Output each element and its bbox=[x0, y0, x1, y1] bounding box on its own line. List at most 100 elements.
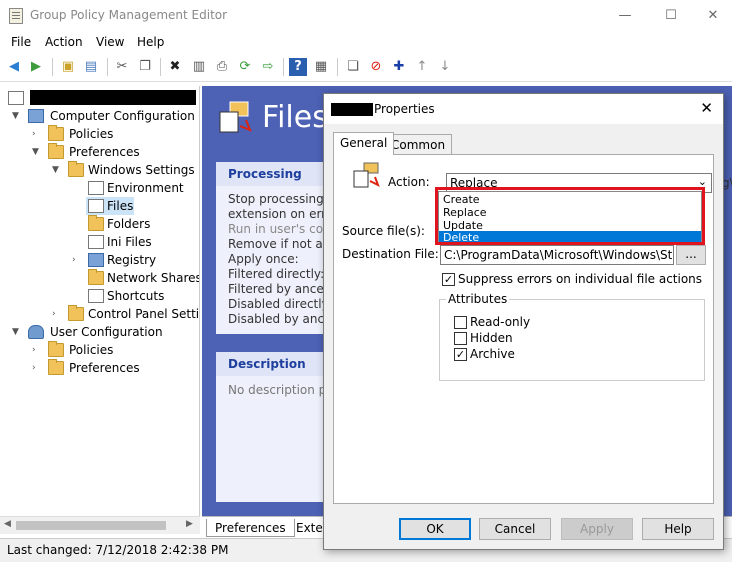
destination-file-input[interactable]: C:\ProgramData\Microsoft\Windows\Start M… bbox=[440, 245, 674, 265]
back-arrow-icon[interactable]: ◀ bbox=[5, 58, 23, 76]
gpo-icon bbox=[8, 91, 24, 105]
pane-title: Files bbox=[262, 100, 328, 135]
files-action-icon bbox=[353, 162, 380, 188]
move-up-icon[interactable]: ↑ bbox=[413, 58, 431, 76]
new-item-icon[interactable]: ❏ bbox=[344, 58, 362, 76]
export-list-icon[interactable]: ⇨ bbox=[259, 58, 277, 76]
status-text: Last changed: 7/12/2018 2:42:38 PM bbox=[7, 543, 229, 557]
chevron-down-icon[interactable]: ▼ bbox=[52, 164, 62, 176]
redacted-dialog-name bbox=[331, 103, 373, 116]
ini-file-icon bbox=[88, 235, 104, 249]
tree-item-folders[interactable]: Folders bbox=[86, 215, 199, 233]
cut-icon[interactable]: ✂ bbox=[113, 58, 131, 76]
files-icon bbox=[88, 199, 104, 213]
dialog-close-button[interactable]: ✕ bbox=[700, 99, 713, 117]
registry-icon bbox=[88, 253, 104, 267]
chevron-right-icon[interactable]: › bbox=[32, 344, 42, 356]
folder-icon bbox=[48, 143, 64, 159]
properties-dialog: Properties ✕ General Common Action: Repl… bbox=[323, 93, 724, 550]
hidden-checkbox[interactable] bbox=[454, 332, 467, 345]
hidden-label: Hidden bbox=[470, 331, 513, 345]
tree-item-preferences[interactable]: ▼ Preferences bbox=[32, 143, 199, 161]
user-icon bbox=[28, 325, 44, 339]
folder-icon bbox=[48, 359, 64, 375]
show-hide-icon[interactable]: ▦ bbox=[312, 58, 330, 76]
help-button[interactable]: Help bbox=[642, 518, 714, 540]
delete-icon[interactable]: ✖ bbox=[166, 58, 184, 76]
read-only-label: Read-only bbox=[470, 315, 531, 329]
add-icon[interactable]: ✚ bbox=[390, 58, 408, 76]
stop-icon[interactable]: ⊘ bbox=[367, 58, 385, 76]
chevron-down-icon[interactable]: ▼ bbox=[32, 146, 42, 158]
archive-checkbox[interactable]: ✓ bbox=[454, 348, 467, 361]
tab-general[interactable]: General bbox=[333, 132, 395, 155]
forward-arrow-icon[interactable]: ▶ bbox=[27, 58, 45, 76]
attributes-title: Attributes bbox=[446, 292, 510, 306]
minimize-button[interactable]: — bbox=[610, 6, 640, 26]
tree-item-policies[interactable]: › Policies bbox=[32, 125, 199, 143]
copy-icon[interactable]: ❐ bbox=[136, 58, 154, 76]
files-icon bbox=[219, 101, 252, 133]
tree-root[interactable] bbox=[4, 89, 199, 107]
print-icon[interactable]: ⎙ bbox=[213, 58, 231, 76]
toolbar: ◀ ▶ ▣ ▤ ✂ ❐ ✖ ▥ ⎙ ⟳ ⇨ ? ▦ ❏ ⊘ ✚ ↑ ↓ bbox=[0, 52, 732, 82]
refresh-icon[interactable]: ⟳ bbox=[236, 58, 254, 76]
tree-item-network-shares[interactable]: Network Shares bbox=[86, 269, 199, 287]
apply-button[interactable]: Apply bbox=[561, 518, 633, 540]
menu-help[interactable]: Help bbox=[137, 35, 164, 49]
suppress-errors-label: Suppress errors on individual file actio… bbox=[458, 272, 703, 286]
tree-item-computer-configuration[interactable]: ▼ Computer Configuration bbox=[12, 107, 199, 125]
dialog-title: Properties bbox=[374, 102, 435, 116]
browse-button[interactable]: ... bbox=[676, 245, 706, 265]
dialog-titlebar: Properties ✕ bbox=[324, 94, 723, 124]
redacted-gpo-name bbox=[30, 90, 196, 105]
tree-item-windows-settings[interactable]: ▼ Windows Settings bbox=[52, 161, 199, 179]
properties-icon[interactable]: ▥ bbox=[190, 58, 208, 76]
maximize-button[interactable]: ☐ bbox=[656, 6, 686, 26]
chevron-right-icon[interactable]: › bbox=[72, 254, 82, 266]
source-files-label: Source file(s): bbox=[342, 224, 425, 238]
folder-icon bbox=[68, 161, 84, 177]
network-share-icon bbox=[88, 269, 104, 285]
tree-horizontal-scrollbar[interactable]: ◀ ▶ bbox=[0, 516, 200, 534]
show-tree-icon[interactable]: ▤ bbox=[82, 58, 100, 76]
tab-preferences[interactable]: Preferences bbox=[206, 519, 295, 537]
tree-item-user-configuration[interactable]: ▼ User Configuration bbox=[12, 323, 199, 341]
move-down-icon[interactable]: ↓ bbox=[436, 58, 454, 76]
scrollbar-thumb[interactable] bbox=[16, 521, 166, 530]
menu-view[interactable]: View bbox=[96, 35, 124, 49]
chevron-right-icon[interactable]: › bbox=[32, 362, 42, 374]
attributes-group: Attributes Read-only Hidden ✓ Archive bbox=[439, 292, 705, 381]
read-only-checkbox[interactable] bbox=[454, 316, 467, 329]
tree-item-shortcuts[interactable]: Shortcuts bbox=[86, 287, 199, 305]
close-button[interactable]: ✕ bbox=[698, 6, 728, 26]
cancel-button[interactable]: Cancel bbox=[479, 518, 551, 540]
chevron-down-icon[interactable]: ▼ bbox=[12, 326, 22, 338]
chevron-right-icon[interactable]: › bbox=[52, 308, 62, 320]
tree-item-registry[interactable]: › Registry bbox=[72, 251, 199, 269]
scroll-left-icon[interactable]: ◀ bbox=[4, 519, 11, 529]
tree-item-files[interactable]: Files bbox=[86, 197, 134, 215]
tree-item-ini-files[interactable]: Ini Files bbox=[86, 233, 199, 251]
console-tree: ▼ Computer Configuration › Policies ▼ Pr… bbox=[0, 86, 200, 516]
help-icon[interactable]: ? bbox=[289, 58, 307, 76]
tree-item-environment[interactable]: Environment bbox=[86, 179, 199, 197]
tree-item-user-policies[interactable]: › Policies bbox=[32, 341, 199, 359]
chevron-right-icon[interactable]: › bbox=[32, 128, 42, 140]
menu-action[interactable]: Action bbox=[45, 35, 83, 49]
window-titlebar: Group Policy Management Editor — ☐ ✕ bbox=[0, 0, 732, 32]
up-folder-icon[interactable]: ▣ bbox=[59, 58, 77, 76]
scroll-right-icon[interactable]: ▶ bbox=[186, 519, 193, 529]
archive-label: Archive bbox=[470, 347, 515, 361]
folder-icon bbox=[48, 341, 64, 357]
chevron-down-icon[interactable]: ▼ bbox=[12, 110, 22, 122]
menu-file[interactable]: File bbox=[11, 35, 31, 49]
red-highlight-box bbox=[435, 187, 705, 245]
tree-item-control-panel-settings[interactable]: › Control Panel Settings bbox=[52, 305, 199, 323]
suppress-errors-checkbox[interactable]: ✓ bbox=[442, 273, 455, 286]
environment-icon bbox=[88, 181, 104, 195]
tree-item-user-preferences[interactable]: › Preferences bbox=[32, 359, 199, 377]
shortcut-icon bbox=[88, 289, 104, 303]
folder-icon bbox=[68, 305, 84, 321]
ok-button[interactable]: OK bbox=[399, 518, 471, 540]
